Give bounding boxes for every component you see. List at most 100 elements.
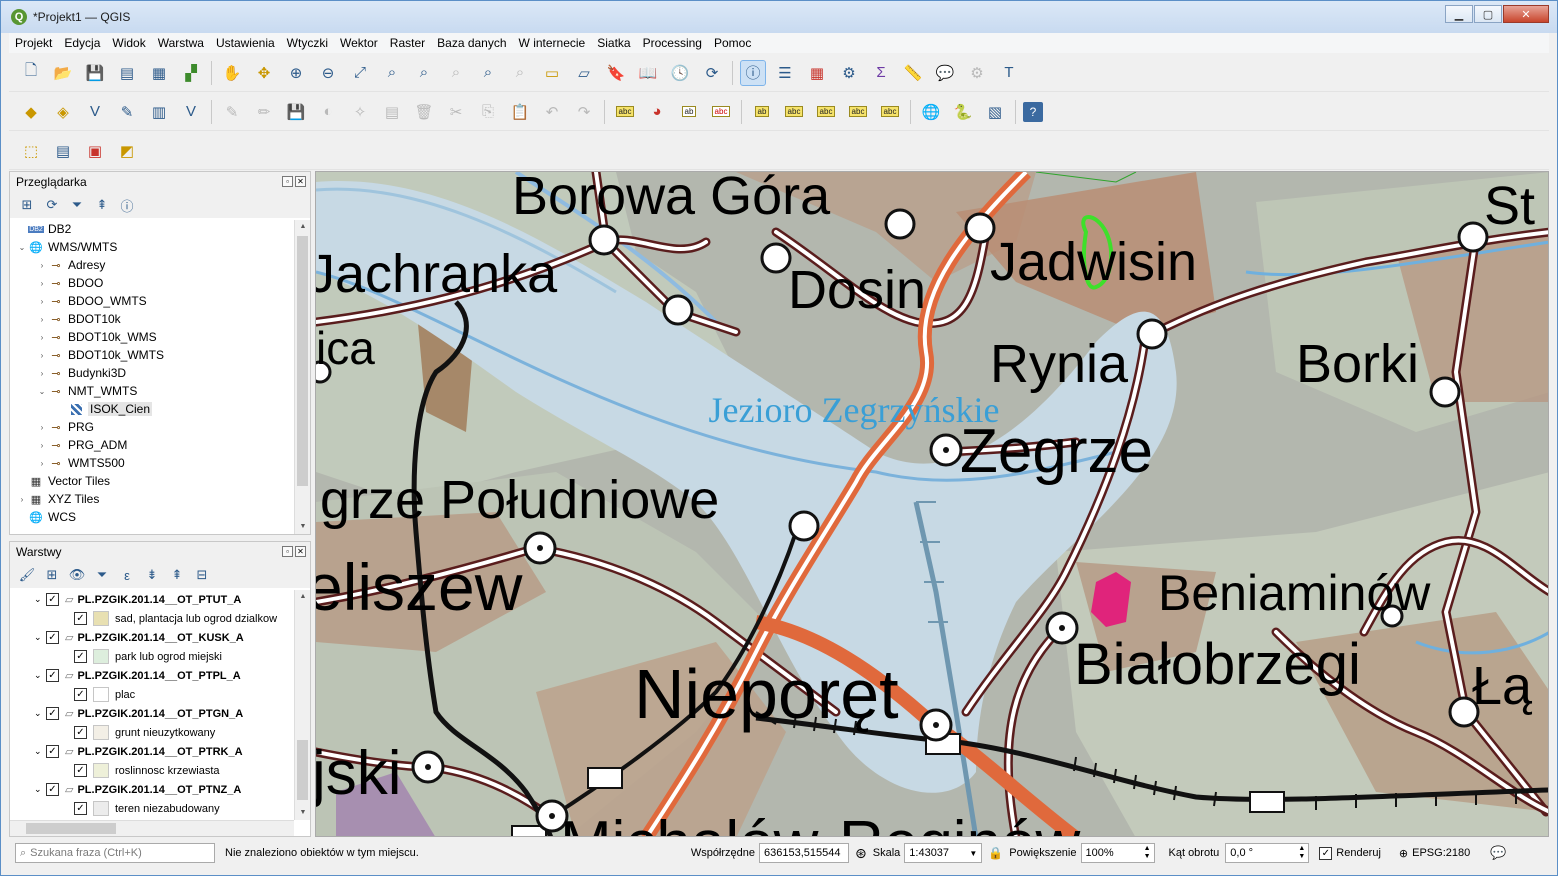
remove-layer-icon[interactable]: ⊟	[191, 565, 213, 585]
cut-features-icon[interactable]: ✂	[443, 99, 469, 125]
expand-arrow-icon[interactable]: ›	[36, 351, 48, 360]
zoom-to-layer-icon[interactable]: ⌕	[411, 60, 437, 86]
metasearch-icon[interactable]: 🌐	[918, 99, 944, 125]
float-panel-icon[interactable]: ▫	[282, 176, 293, 187]
chevron-down-icon[interactable]: ⌄	[34, 594, 46, 605]
new-geopackage-layer-icon[interactable]: ◈	[50, 99, 76, 125]
expand-all-icon[interactable]: ⇟	[141, 565, 163, 585]
new-project-icon[interactable]: 🗋	[18, 60, 44, 86]
text-annotation-icon[interactable]: T	[996, 60, 1022, 86]
toggle-labels-icon[interactable]: abc	[708, 99, 734, 125]
map-svg[interactable]: Jezioro Zegrzyńskie Borowa Góra Jachrank…	[316, 172, 1549, 837]
browser-item[interactable]: ISOK_Cien	[10, 400, 294, 418]
show-bookmarks-icon[interactable]: 📖	[635, 60, 661, 86]
layer-visibility-checkbox[interactable]: ✓	[46, 593, 59, 606]
minimize-button[interactable]: ▁	[1445, 5, 1473, 23]
layer-row[interactable]: ⌄ ✓ ▱ PL.PZGIK.201.14__OT_PTRK_A	[10, 742, 294, 761]
add-virtual-layer-icon[interactable]: ▥	[146, 99, 172, 125]
menu-item-4[interactable]: Ustawienia	[210, 36, 281, 50]
zoom-to-selection-icon[interactable]: ⌕	[379, 60, 405, 86]
filter-by-expression-icon[interactable]: ε	[116, 565, 138, 585]
menu-item-9[interactable]: W internecie	[513, 36, 592, 50]
python-console-icon[interactable]: 🐍	[950, 99, 976, 125]
manage-map-themes-icon[interactable]: 👁	[66, 565, 88, 585]
browser-item[interactable]: ▦ Vector Tiles	[10, 472, 294, 490]
maximize-button[interactable]: ▢	[1474, 5, 1502, 23]
add-wms-layer-icon[interactable]: V	[178, 99, 204, 125]
layers-hscrollbar[interactable]	[10, 820, 294, 836]
expand-arrow-icon[interactable]: ›	[36, 369, 48, 378]
layer-visibility-checkbox[interactable]: ✓	[46, 669, 59, 682]
map-canvas[interactable]: Jezioro Zegrzyńskie Borowa Góra Jachrank…	[315, 171, 1549, 837]
rotate-label-icon[interactable]: abc	[845, 99, 871, 125]
data-source-manager-icon[interactable]: ◆	[18, 99, 44, 125]
render-checkbox[interactable]: ✓	[1319, 846, 1333, 860]
rotation-spinbox[interactable]: 0,0 ° ▲ ▼	[1225, 843, 1310, 863]
expand-arrow-icon[interactable]: ›	[36, 459, 48, 468]
modify-attributes-icon[interactable]: ▤	[379, 99, 405, 125]
chevron-down-icon[interactable]: ⌄	[34, 670, 46, 681]
delete-selected-icon[interactable]: 🗑	[411, 99, 437, 125]
expand-arrow-icon[interactable]: ›	[36, 333, 48, 342]
measure-line-icon[interactable]: 📏	[900, 60, 926, 86]
pin-labels-icon[interactable]: ab	[749, 99, 775, 125]
expand-arrow-icon[interactable]: ›	[36, 423, 48, 432]
class-visibility-checkbox[interactable]: ✓	[74, 764, 87, 777]
browser-item[interactable]: DB2 DB2	[10, 220, 294, 238]
open-layer-styling-icon[interactable]: 🖌	[16, 565, 38, 585]
redo-icon[interactable]: ↷	[571, 99, 597, 125]
show-hide-labels-icon[interactable]: abc	[781, 99, 807, 125]
expand-arrow-icon[interactable]: ›	[36, 441, 48, 450]
change-label-icon[interactable]: abc	[877, 99, 903, 125]
coords-field[interactable]: 636153,515544	[759, 843, 850, 863]
layer-row[interactable]: ⌄ ✓ ▱ PL.PZGIK.201.14__OT_KUSK_A	[10, 628, 294, 647]
legend-class-row[interactable]: ✓ plac	[10, 685, 294, 704]
properties-icon[interactable]: ⓘ	[116, 195, 138, 215]
browser-item[interactable]: ⌄ 🌐 WMS/WMTS	[10, 238, 294, 256]
layout-manager-icon[interactable]: ▦	[146, 60, 172, 86]
filter-legend-icon[interactable]: ⏷	[91, 565, 113, 585]
menu-item-10[interactable]: Siatka	[591, 36, 636, 50]
lock-scale-icon[interactable]: 🔒	[988, 846, 1003, 860]
menu-item-5[interactable]: Wtyczki	[281, 36, 334, 50]
menu-item-11[interactable]: Processing	[637, 36, 708, 50]
browser-item[interactable]: › ⊸ WMTS500	[10, 454, 294, 472]
refresh-icon[interactable]: ⟳	[699, 60, 725, 86]
save-edits-icon[interactable]: 💾	[283, 99, 309, 125]
new-map-view-icon[interactable]: ▭	[539, 60, 565, 86]
current-edits-icon[interactable]: ✎	[219, 99, 245, 125]
close-panel-icon[interactable]: ✕	[295, 546, 306, 557]
new-3d-view-icon[interactable]: ▱	[571, 60, 597, 86]
chevron-down-icon[interactable]: ⌄	[34, 632, 46, 643]
refresh-browser-icon[interactable]: ⟳	[41, 195, 63, 215]
temporal-controller-icon[interactable]: 🕓	[667, 60, 693, 86]
layer-visibility-checkbox[interactable]: ✓	[46, 707, 59, 720]
zoom-last-icon[interactable]: ⌕	[475, 60, 501, 86]
locator-icon[interactable]: ⚙	[964, 60, 990, 86]
copy-features-icon[interactable]: ⎘	[475, 99, 501, 125]
menu-item-1[interactable]: Edycja	[58, 36, 106, 50]
pan-to-selection-icon[interactable]: ✥	[251, 60, 277, 86]
paste-features-icon[interactable]: 📋	[507, 99, 533, 125]
legend-class-row[interactable]: ✓ sad, plantacja lub ogrod dzialkow	[10, 609, 294, 628]
layer-visibility-checkbox[interactable]: ✓	[46, 745, 59, 758]
browser-item[interactable]: › ⊸ PRG	[10, 418, 294, 436]
layer-row[interactable]: ⌄ ✓ ▱ PL.PZGIK.201.14__OT_PTNZ_A	[10, 780, 294, 799]
collapse-all-icon[interactable]: ⇞	[91, 195, 113, 215]
toggle-editing-icon[interactable]: ✏	[251, 99, 277, 125]
zoom-full-icon[interactable]: ⤢	[347, 60, 373, 86]
expand-arrow-icon[interactable]: ›	[36, 297, 48, 306]
browser-scrollbar[interactable]: ▲ ▼	[294, 220, 310, 534]
class-visibility-checkbox[interactable]: ✓	[74, 650, 87, 663]
browser-item[interactable]: › ⊸ BDOT10k_WMTS	[10, 346, 294, 364]
crs-button[interactable]: EPSG:2180	[1412, 847, 1470, 859]
expand-arrow-icon[interactable]: ›	[36, 279, 48, 288]
menu-item-7[interactable]: Raster	[384, 36, 431, 50]
browser-item[interactable]: 🌐 WCS	[10, 508, 294, 526]
expand-arrow-icon[interactable]: ›	[16, 495, 28, 504]
add-feature-icon[interactable]: ◐	[315, 99, 341, 125]
scale-combobox[interactable]: 1:43037 ▼	[904, 843, 983, 863]
layer-row[interactable]: ⌄ ✓ ▱ PL.PZGIK.201.14__OT_PTGN_A	[10, 704, 294, 723]
expand-arrow-icon[interactable]: ⌄	[16, 243, 28, 252]
legend-class-row[interactable]: ✓ grunt nieuzytkowany	[10, 723, 294, 742]
